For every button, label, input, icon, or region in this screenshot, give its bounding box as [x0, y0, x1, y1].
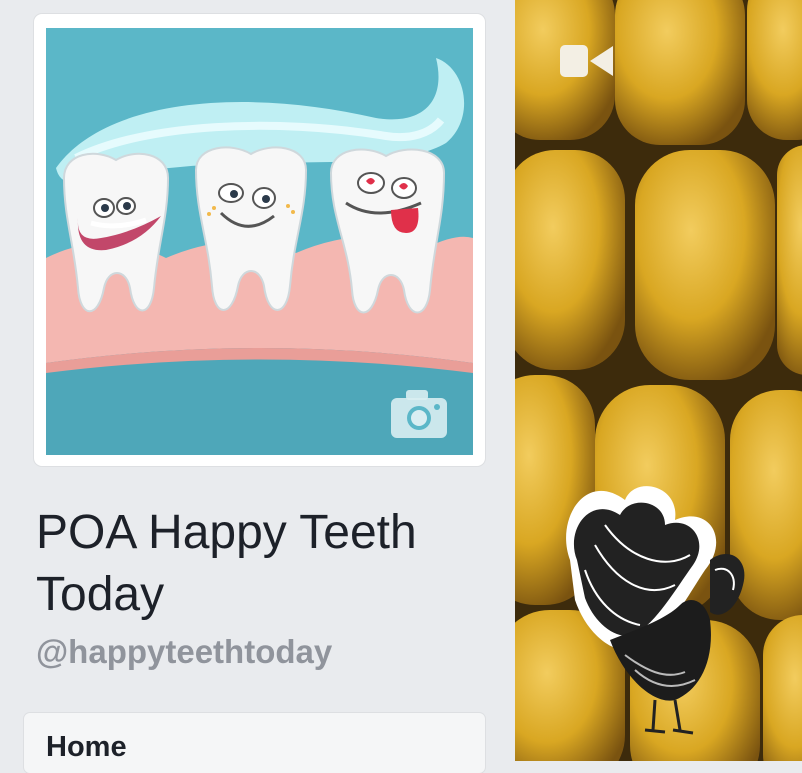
page-nav: Home	[24, 713, 485, 773]
profile-picture-card[interactable]	[34, 14, 485, 466]
nav-item-home[interactable]: Home	[46, 731, 127, 764]
profile-picture[interactable]	[46, 28, 473, 455]
page-title: POA Happy Teeth Today	[36, 506, 417, 621]
left-sidebar: POA Happy Teeth Today @happyteethtoday H…	[0, 0, 515, 773]
page-handle[interactable]: @happyteethtoday	[36, 633, 332, 671]
cover-photo[interactable]	[515, 0, 802, 761]
